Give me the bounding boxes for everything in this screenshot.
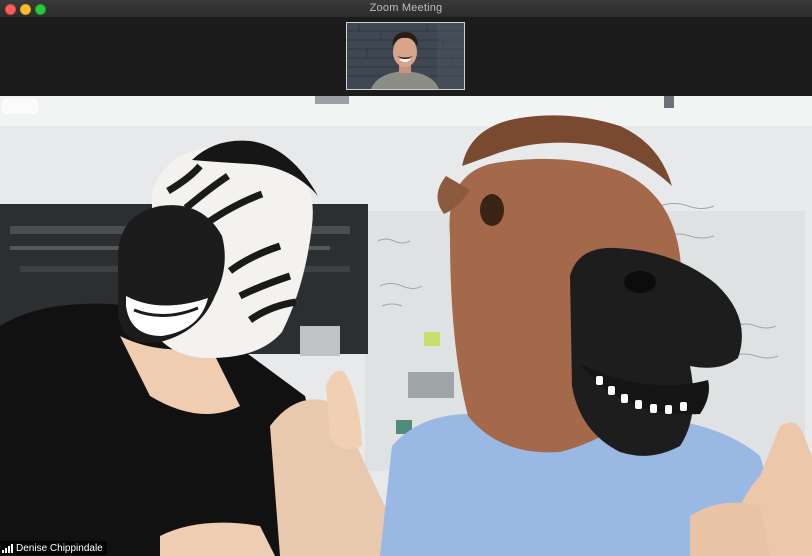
window-title: Zoom Meeting: [369, 2, 443, 14]
active-speaker-video[interactable]: [0, 96, 812, 556]
signal-bars-icon: [2, 543, 13, 553]
participant-name-tag: Denise Chippindale: [0, 541, 107, 555]
window-titlebar: Zoom Meeting: [0, 0, 812, 18]
speaker-video-frame: [0, 96, 812, 556]
participant-thumbnail[interactable]: [346, 22, 465, 90]
thumbnail-video: [347, 23, 464, 89]
participant-name: Denise Chippindale: [16, 542, 103, 554]
